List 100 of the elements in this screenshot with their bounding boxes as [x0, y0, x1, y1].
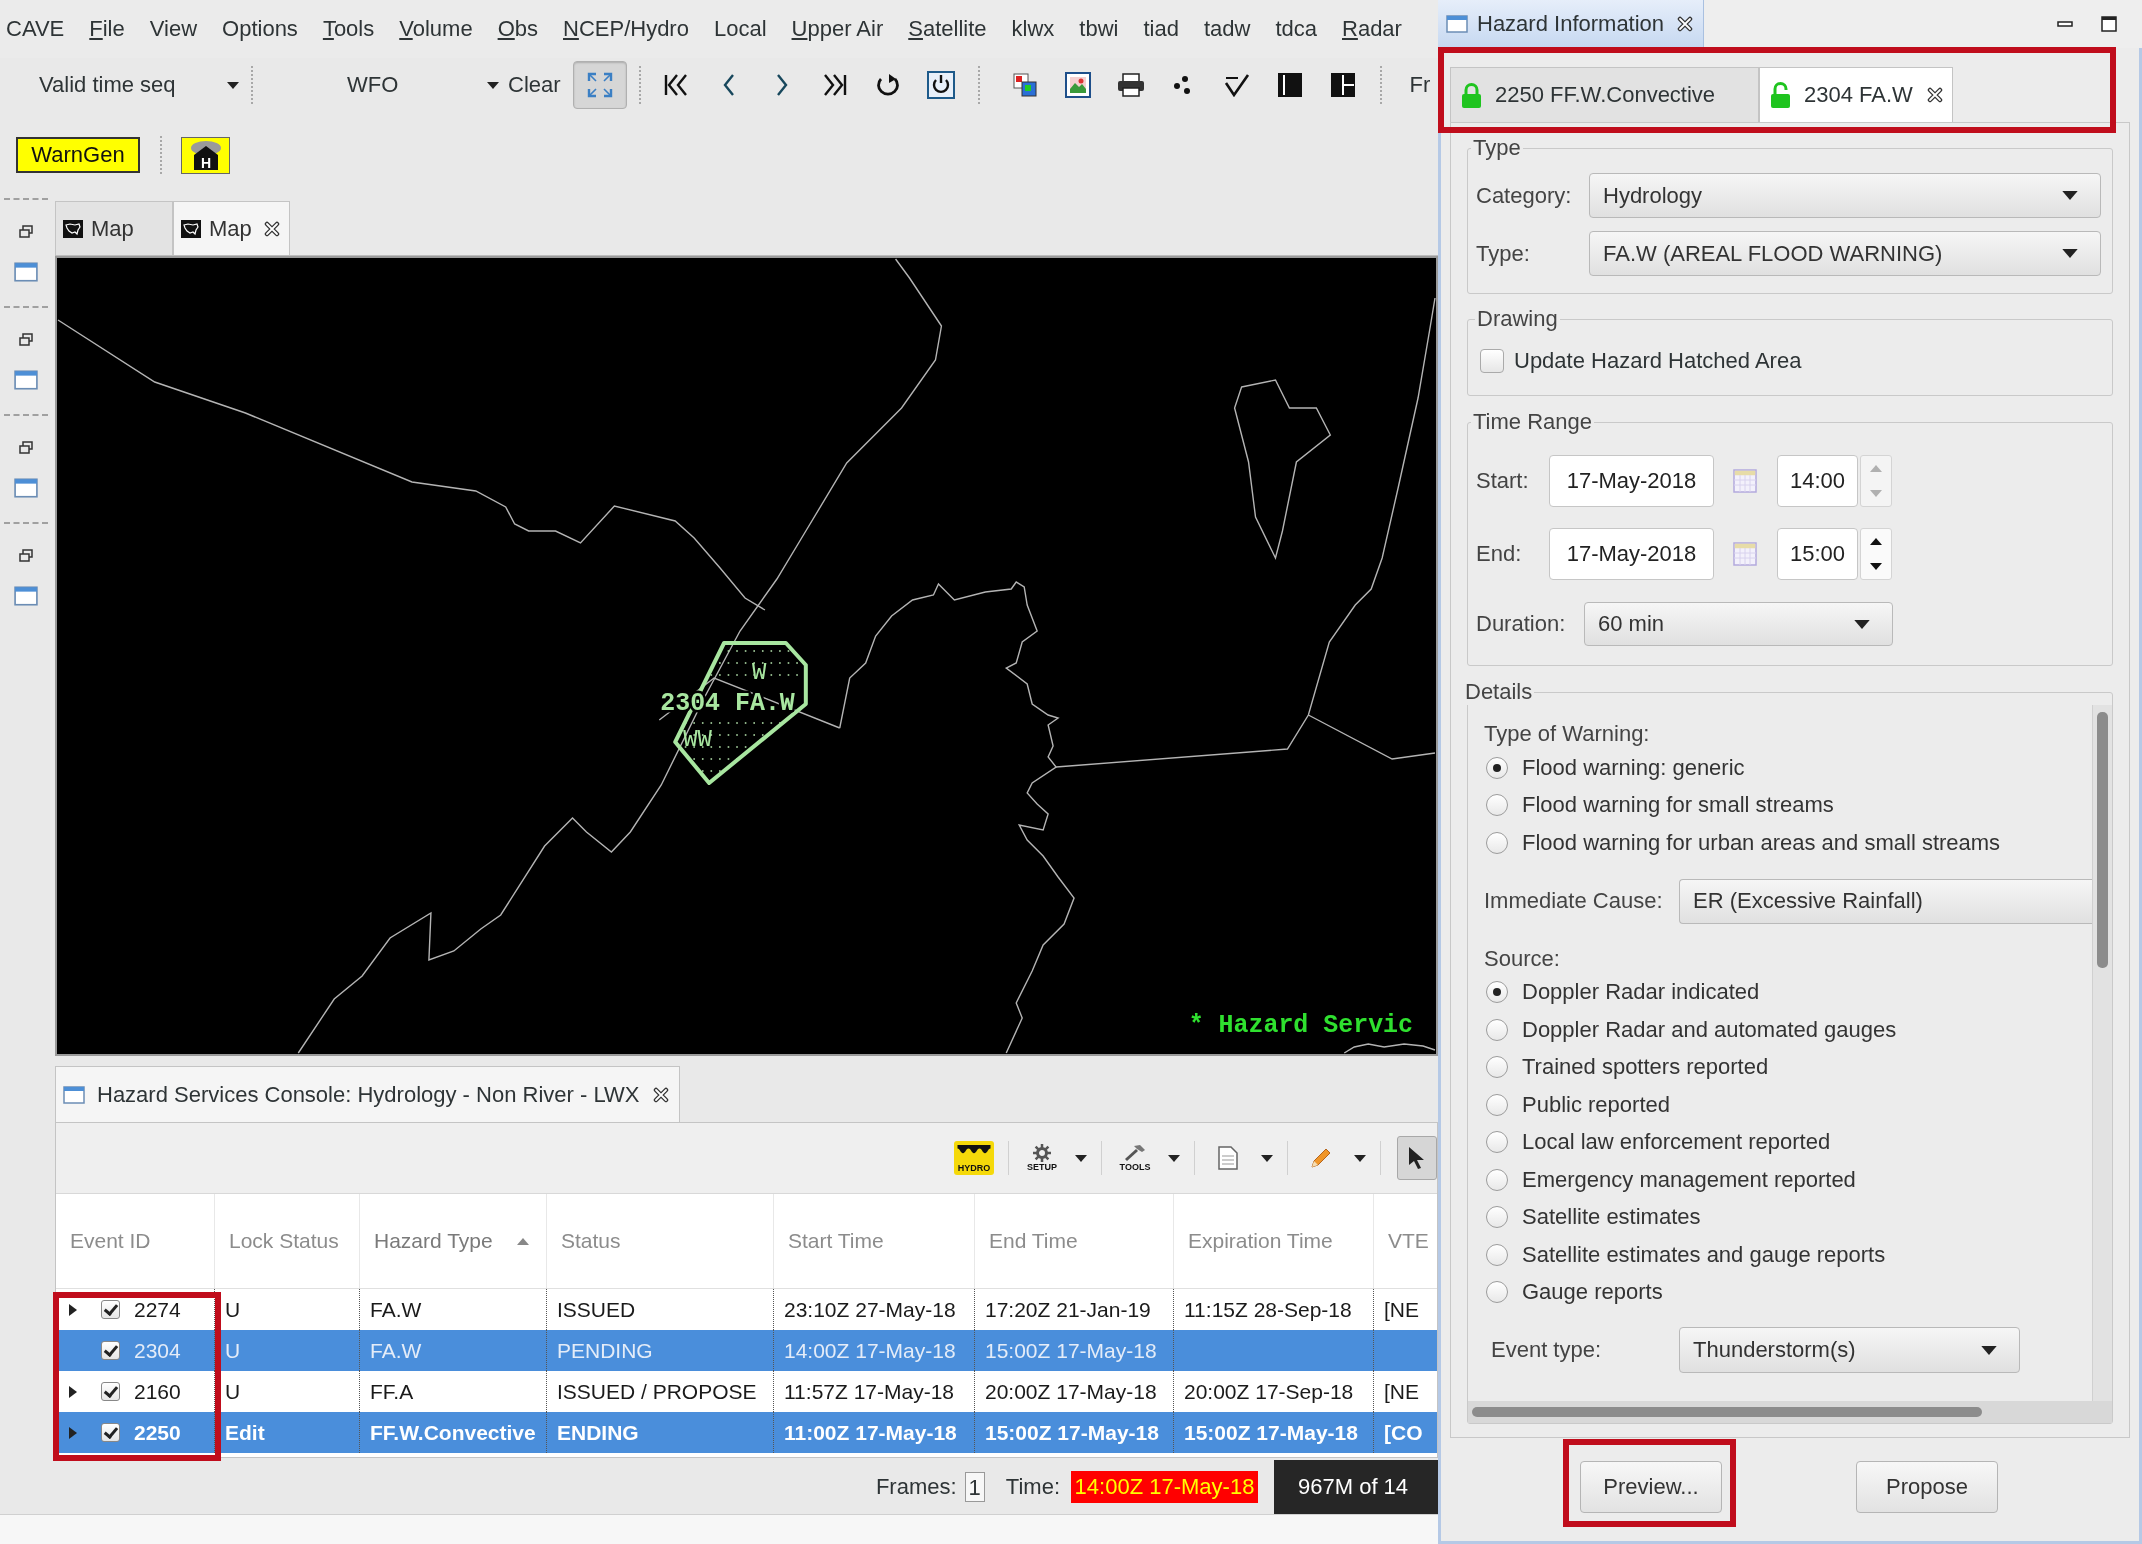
menu-item[interactable]: Upper Air [791, 16, 884, 42]
time-field[interactable]: 14:00 [1777, 455, 1858, 507]
restore-icon[interactable] [19, 549, 33, 563]
menu-item[interactable]: View [149, 16, 198, 42]
event-type-dropdown[interactable]: Thunderstorm(s) [1679, 1327, 2020, 1373]
checkbox[interactable] [1480, 349, 1504, 373]
radio-label[interactable]: Local law enforcement reported [1522, 1129, 1831, 1156]
radio-label[interactable]: Trained spotters reported [1522, 1054, 1769, 1081]
menu-item[interactable]: Obs [497, 16, 538, 42]
checkbox-label[interactable]: Update Hazard Hatched Area [1514, 348, 1802, 374]
propose-button[interactable]: Propose [1856, 1461, 1998, 1513]
radio-label[interactable]: Satellite estimates [1522, 1204, 1701, 1231]
radio-label[interactable]: Flood warning for urban areas and small streams [1522, 829, 2001, 856]
radio-button[interactable] [1486, 831, 1508, 854]
radio-label[interactable]: Doppler Radar and automated gauges [1522, 1016, 1897, 1043]
preview-button[interactable]: Preview... [1580, 1461, 1722, 1513]
category-dropdown[interactable]: Hydrology [1589, 173, 2101, 218]
date-field[interactable]: 17-May-2018 [1549, 528, 1714, 580]
skip-to-first-icon[interactable] [663, 74, 688, 96]
maximize-icon[interactable] [2101, 16, 2117, 32]
radio-button[interactable] [1486, 756, 1508, 779]
skip-to-last-icon[interactable] [822, 74, 847, 96]
vertical-scrollbar[interactable] [2092, 705, 2112, 1401]
expand-arrow-icon[interactable] [69, 1385, 77, 1398]
checkbox[interactable] [101, 1341, 120, 1360]
duration-dropdown[interactable]: 60 min [1584, 602, 1893, 646]
radio-label[interactable]: Flood warning for small streams [1522, 792, 1834, 819]
radio-button[interactable] [1486, 1206, 1508, 1229]
radio-button[interactable] [1486, 1131, 1508, 1154]
setup-button[interactable]: SETUP [1025, 1138, 1059, 1178]
close-icon[interactable] [653, 1086, 670, 1103]
pointer-button[interactable] [1397, 1136, 1437, 1180]
menu-item[interactable]: Tools [322, 16, 375, 42]
spin-up-icon[interactable] [1870, 538, 1882, 545]
menu-item[interactable]: Satellite [908, 16, 987, 42]
radio-button[interactable] [1486, 1056, 1508, 1079]
menu-item[interactable]: CAVE [6, 16, 65, 42]
checkbox[interactable] [101, 1423, 120, 1442]
hazard-tab[interactable]: 2250 FF.W.Convective [1450, 67, 1759, 122]
column-header[interactable]: Hazard Type [360, 1194, 547, 1288]
menu-item[interactable]: File [89, 16, 125, 42]
caret-icon[interactable] [1075, 1154, 1087, 1162]
clear-button[interactable]: Clear [508, 65, 561, 105]
caret-icon[interactable] [1168, 1154, 1180, 1162]
refresh-icon[interactable] [926, 71, 955, 99]
layout-columns-icon[interactable] [1277, 73, 1302, 97]
radio-label[interactable]: Public reported [1522, 1091, 1670, 1118]
warngen-button[interactable]: WarnGen [16, 137, 140, 173]
radio-button[interactable] [1486, 1093, 1508, 1116]
image-icon[interactable] [1011, 72, 1038, 98]
tools-button[interactable]: TOOLS [1118, 1138, 1152, 1178]
menu-item[interactable]: tiad [1143, 16, 1179, 42]
caret-icon[interactable] [1261, 1154, 1273, 1162]
menu-item[interactable]: Volume [399, 16, 473, 42]
window-icon[interactable] [14, 370, 38, 390]
hydro-button[interactable]: HYDRO [954, 1141, 994, 1175]
menu-item[interactable]: Options [222, 16, 298, 42]
close-icon[interactable] [263, 220, 280, 237]
view-tab[interactable]: Hazard Information [1438, 0, 1704, 48]
menu-item[interactable]: tbwi [1079, 16, 1119, 42]
scale-dropdown[interactable]: WFO [347, 65, 499, 105]
zoom-extent-button[interactable] [572, 61, 627, 109]
menu-item[interactable]: Local [713, 16, 767, 42]
menu-item[interactable]: klwx [1011, 16, 1055, 42]
radio-button[interactable] [1486, 1018, 1508, 1041]
date-field[interactable]: 17-May-2018 [1549, 455, 1714, 507]
memory-indicator[interactable]: 967M of 14 [1274, 1460, 1438, 1514]
map-tab[interactable]: Map [173, 201, 290, 255]
cause-dropdown[interactable]: ER (Excessive Rainfall) [1679, 878, 2092, 924]
restore-icon[interactable] [19, 333, 33, 347]
radio-button[interactable] [1486, 981, 1508, 1004]
caret-icon[interactable] [1354, 1154, 1366, 1162]
radio-button[interactable] [1486, 1168, 1508, 1191]
map-tab[interactable]: Map [55, 201, 173, 255]
window-icon[interactable] [14, 478, 38, 498]
close-icon[interactable] [1677, 16, 1694, 32]
type-dropdown[interactable]: FA.W (AREAL FLOOD WARNING) [1589, 231, 2101, 276]
menu-item[interactable]: tadw [1203, 16, 1251, 42]
layout-grid-icon[interactable] [1330, 73, 1355, 97]
radio-label[interactable]: Satellite estimates and gauge reports [1522, 1241, 1886, 1268]
radio-label[interactable]: Flood warning: generic [1522, 754, 1745, 781]
window-icon[interactable] [14, 262, 38, 282]
console-tab[interactable]: Hazard Services Console: Hydrology - Non River - LWX [55, 1066, 680, 1122]
restore-icon[interactable] [19, 225, 33, 239]
check-mark-icon[interactable] [1223, 73, 1250, 97]
time-mode-dropdown[interactable]: Valid time seq [39, 65, 239, 105]
window-icon[interactable] [14, 586, 38, 606]
next-icon[interactable] [775, 74, 788, 96]
loop-icon[interactable] [874, 73, 901, 97]
radio-label[interactable]: Doppler Radar indicated [1522, 979, 1760, 1006]
picture-frame-icon[interactable] [1064, 72, 1091, 98]
minimize-icon[interactable] [2057, 21, 2073, 27]
horizontal-scrollbar[interactable] [1468, 1401, 2112, 1423]
radio-label[interactable]: Emergency management reported [1522, 1166, 1856, 1193]
time-field[interactable]: 15:00 [1777, 528, 1858, 580]
radio-button[interactable] [1486, 1243, 1508, 1266]
checkbox[interactable] [101, 1300, 120, 1319]
printer-icon[interactable] [1116, 73, 1145, 97]
time-spinner[interactable] [1860, 528, 1892, 580]
menu-item[interactable]: tdca [1275, 16, 1317, 42]
